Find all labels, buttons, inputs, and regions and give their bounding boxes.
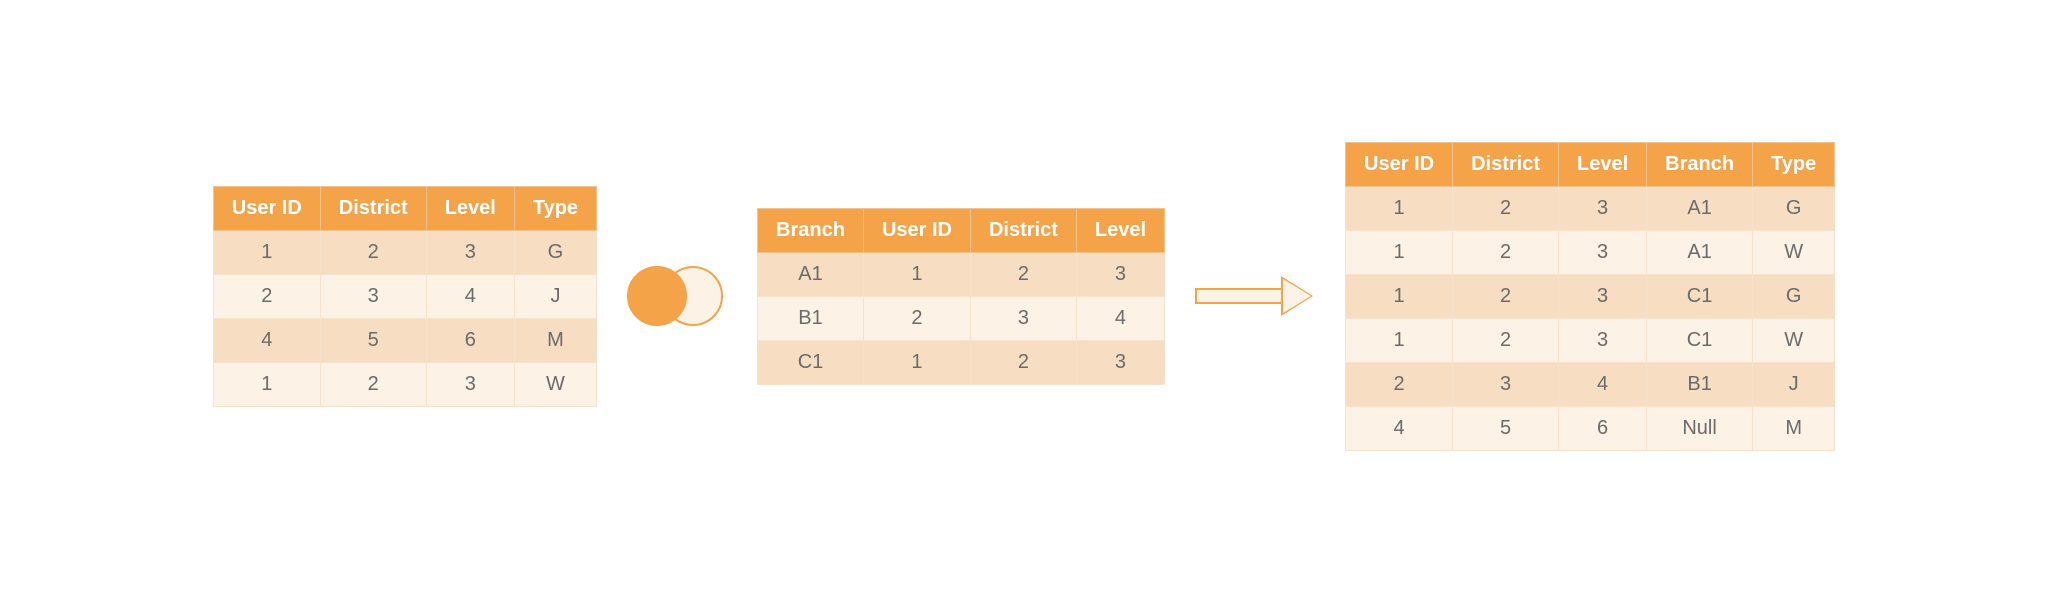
table-row: 1 2 3 W [213, 362, 596, 406]
arrow-body [1195, 288, 1283, 304]
cell: 2 [863, 296, 970, 340]
cell: 3 [1076, 252, 1164, 296]
cell: 3 [1558, 318, 1646, 362]
cell: 2 [970, 252, 1076, 296]
cell: M [1753, 406, 1835, 450]
cell: A1 [1647, 186, 1753, 230]
cell: 1 [1346, 230, 1453, 274]
cell: G [1753, 274, 1835, 318]
col-header: Level [426, 186, 514, 230]
cell: 3 [426, 362, 514, 406]
table-row: 4 5 6 Null M [1346, 406, 1835, 450]
result-table: User ID District Level Branch Type 1 2 3… [1345, 142, 1835, 451]
cell: 2 [1453, 274, 1559, 318]
cell: 1 [863, 252, 970, 296]
left-join-venn-icon [627, 266, 727, 326]
table-row: B1 2 3 4 [758, 296, 1165, 340]
arrow-head [1281, 276, 1313, 316]
cell: G [514, 230, 596, 274]
table-header-row: Branch User ID District Level [758, 208, 1165, 252]
table-row: 1 2 3 G [213, 230, 596, 274]
cell: 2 [320, 230, 426, 274]
arrow-right-icon [1195, 276, 1315, 316]
table-row: 1 2 3 C1 W [1346, 318, 1835, 362]
col-header: Level [1076, 208, 1164, 252]
cell: 1 [1346, 186, 1453, 230]
cell: 1 [1346, 318, 1453, 362]
col-header: Type [1753, 142, 1835, 186]
table-row: 1 2 3 A1 G [1346, 186, 1835, 230]
cell: A1 [758, 252, 864, 296]
table-row: 4 5 6 M [213, 318, 596, 362]
cell: 4 [1346, 406, 1453, 450]
middle-table: Branch User ID District Level A1 1 2 3 B… [757, 208, 1165, 385]
cell: 5 [1453, 406, 1559, 450]
cell: 4 [1558, 362, 1646, 406]
table-row: 2 3 4 B1 J [1346, 362, 1835, 406]
cell: 3 [970, 296, 1076, 340]
table-row: A1 1 2 3 [758, 252, 1165, 296]
col-header: District [1453, 142, 1559, 186]
cell: 4 [426, 274, 514, 318]
left-table-wrap: User ID District Level Type 1 2 3 G 2 3 … [213, 186, 597, 407]
cell: 2 [320, 362, 426, 406]
cell: W [1753, 230, 1835, 274]
left-table: User ID District Level Type 1 2 3 G 2 3 … [213, 186, 597, 407]
cell: C1 [1647, 318, 1753, 362]
cell: 1 [863, 340, 970, 384]
cell: 4 [1076, 296, 1164, 340]
table-row: 2 3 4 J [213, 274, 596, 318]
cell: W [1753, 318, 1835, 362]
cell: 6 [1558, 406, 1646, 450]
cell: 2 [1346, 362, 1453, 406]
cell: 2 [1453, 186, 1559, 230]
cell: 2 [1453, 230, 1559, 274]
cell: 1 [213, 230, 320, 274]
cell: 2 [1453, 318, 1559, 362]
table-row: C1 1 2 3 [758, 340, 1165, 384]
right-table-wrap: User ID District Level Branch Type 1 2 3… [1345, 142, 1835, 451]
cell: 5 [320, 318, 426, 362]
cell: J [514, 274, 596, 318]
table-row: 1 2 3 A1 W [1346, 230, 1835, 274]
cell: J [1753, 362, 1835, 406]
cell: 3 [320, 274, 426, 318]
col-header: Level [1558, 142, 1646, 186]
middle-table-wrap: Branch User ID District Level A1 1 2 3 B… [757, 208, 1165, 385]
cell: A1 [1647, 230, 1753, 274]
join-diagram: User ID District Level Type 1 2 3 G 2 3 … [0, 0, 2048, 592]
venn-left-circle-icon [627, 266, 687, 326]
cell: 4 [213, 318, 320, 362]
table-row: 1 2 3 C1 G [1346, 274, 1835, 318]
cell: 3 [1076, 340, 1164, 384]
cell: B1 [1647, 362, 1753, 406]
col-header: Type [514, 186, 596, 230]
table-header-row: User ID District Level Type [213, 186, 596, 230]
cell: 3 [1453, 362, 1559, 406]
cell: Null [1647, 406, 1753, 450]
cell: 2 [213, 274, 320, 318]
col-header: Branch [758, 208, 864, 252]
cell: B1 [758, 296, 864, 340]
cell: W [514, 362, 596, 406]
cell: 3 [426, 230, 514, 274]
col-header: User ID [863, 208, 970, 252]
cell: 3 [1558, 186, 1646, 230]
cell: C1 [1647, 274, 1753, 318]
col-header: User ID [213, 186, 320, 230]
col-header: Branch [1647, 142, 1753, 186]
cell: 2 [970, 340, 1076, 384]
cell: 3 [1558, 274, 1646, 318]
cell: G [1753, 186, 1835, 230]
col-header: User ID [1346, 142, 1453, 186]
cell: 3 [1558, 230, 1646, 274]
cell: 6 [426, 318, 514, 362]
col-header: District [970, 208, 1076, 252]
cell: M [514, 318, 596, 362]
cell: C1 [758, 340, 864, 384]
col-header: District [320, 186, 426, 230]
cell: 1 [213, 362, 320, 406]
table-header-row: User ID District Level Branch Type [1346, 142, 1835, 186]
cell: 1 [1346, 274, 1453, 318]
